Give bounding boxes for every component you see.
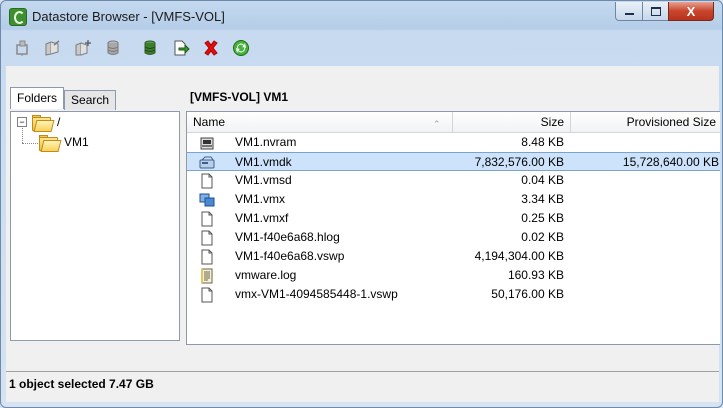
- folder-tree[interactable]: − / VM1: [10, 111, 180, 341]
- tab-folders[interactable]: Folders: [10, 87, 65, 109]
- tree-node-label: VM1: [64, 135, 89, 149]
- title-bar[interactable]: Datastore Browser - [VMFS-VOL] X: [1, 1, 722, 31]
- datastore-button[interactable]: [99, 36, 126, 60]
- table-row[interactable]: VM1.vmx 3.34 KB: [187, 190, 720, 209]
- status-text: 1 object selected 7.47 GB: [9, 377, 154, 391]
- file-list[interactable]: Name ⌃ Size Provisioned Size VM1.nvram 8.4…: [186, 111, 720, 345]
- browse-button[interactable]: [9, 36, 36, 60]
- maximize-button[interactable]: [642, 2, 669, 21]
- maximize-icon: [650, 6, 661, 16]
- column-header-provisioned-size[interactable]: Provisioned Size: [571, 112, 720, 132]
- file-size: 8.48 KB: [521, 135, 564, 149]
- file-size: 7,832,576.00 KB: [474, 155, 564, 169]
- file-icon: [199, 249, 215, 265]
- virtual-disk-icon: [199, 155, 215, 171]
- file-size: 4,194,304.00 KB: [474, 249, 564, 263]
- toolbar: [1, 32, 722, 64]
- file-size: 50,176.00 KB: [491, 287, 564, 301]
- file-size: 160.93 KB: [507, 268, 564, 282]
- column-header-size[interactable]: Size: [453, 112, 571, 132]
- move-icon: [174, 40, 190, 56]
- column-header: Name ⌃ Size Provisioned Size: [187, 112, 720, 133]
- delete-icon: [203, 40, 218, 56]
- browse-icon: [15, 40, 28, 56]
- file-name: VM1-f40e6a68.hlog: [235, 230, 340, 244]
- current-path: [VMFS-VOL] VM1: [190, 90, 288, 104]
- file-size: 0.25 KB: [521, 211, 564, 225]
- file-name: vmx-VM1-4094585448-1.vswp: [235, 287, 398, 301]
- file-name: VM1.nvram: [235, 135, 297, 149]
- folder-open-icon: [31, 114, 55, 132]
- new-folder-icon: [75, 40, 91, 56]
- move-button[interactable]: [167, 36, 194, 60]
- pane-splitter[interactable]: [180, 111, 184, 343]
- column-label: Name: [193, 115, 226, 129]
- table-row[interactable]: VM1-f40e6a68.vswp 4,194,304.00 KB: [187, 247, 720, 266]
- table-row[interactable]: VM1.vmxf 0.25 KB: [187, 209, 720, 228]
- close-icon: X: [686, 3, 696, 19]
- file-name: VM1.vmdk: [235, 155, 292, 169]
- refresh-icon: [232, 40, 249, 56]
- refresh-button[interactable]: [227, 36, 254, 60]
- window-title: Datastore Browser - [VMFS-VOL]: [32, 9, 225, 24]
- file-icon: [199, 173, 215, 189]
- folder-open-icon: [38, 134, 62, 152]
- tree-node-vm1[interactable]: VM1: [38, 134, 89, 152]
- file-icon: [199, 230, 215, 246]
- sort-ascending-icon: ⌃: [433, 119, 441, 129]
- column-header-name[interactable]: Name ⌃: [187, 112, 453, 132]
- new-folder-button[interactable]: [69, 36, 96, 60]
- file-name: VM1.vmxf: [235, 211, 289, 225]
- file-icon: [199, 287, 215, 303]
- datastore-icon: [107, 40, 118, 55]
- status-bar: 1 object selected 7.47 GB: [6, 371, 719, 403]
- file-size: 0.02 KB: [521, 230, 564, 244]
- file-icon: [199, 211, 215, 227]
- file-name: VM1.vmsd: [235, 173, 292, 187]
- file-provisioned-size: 15,728,640.00 KB: [622, 155, 719, 169]
- close-button[interactable]: X: [668, 2, 714, 21]
- datastore-browser-window: Datastore Browser - [VMFS-VOL] X Folders…: [0, 0, 723, 408]
- upload-button[interactable]: [39, 36, 66, 60]
- log-icon: [199, 268, 215, 284]
- download-icon: [144, 40, 155, 55]
- table-row[interactable]: VM1.vmsd 0.04 KB: [187, 171, 720, 190]
- download-button[interactable]: [137, 36, 164, 60]
- minimize-button[interactable]: [615, 2, 643, 21]
- content-area: Folders Search − / VM1 [VMFS-VOL] VM1 Na…: [6, 66, 720, 403]
- file-size: 3.34 KB: [521, 192, 564, 206]
- tree-node-root[interactable]: − /: [17, 114, 61, 132]
- upload-folder-icon: [45, 40, 59, 56]
- collapse-icon[interactable]: −: [17, 117, 27, 127]
- nvram-icon: [199, 135, 215, 151]
- file-size: 0.04 KB: [521, 173, 564, 187]
- table-row[interactable]: VM1.nvram 8.48 KB: [187, 133, 720, 152]
- tab-strip: Folders Search: [10, 87, 117, 111]
- tab-search[interactable]: Search: [64, 90, 117, 110]
- delete-button[interactable]: [197, 36, 224, 60]
- tree-connector: [22, 143, 38, 144]
- table-row[interactable]: VM1.vmdk 7,832,576.00 KB 15,728,640.00 KB: [187, 152, 720, 171]
- table-row[interactable]: vmx-VM1-4094585448-1.vswp 50,176.00 KB: [187, 285, 720, 304]
- table-row[interactable]: vmware.log 160.93 KB: [187, 266, 720, 285]
- file-name: VM1-f40e6a68.vswp: [235, 249, 345, 263]
- file-name: VM1.vmx: [235, 192, 286, 206]
- app-icon: [9, 8, 27, 26]
- table-row[interactable]: VM1-f40e6a68.hlog 0.02 KB: [187, 228, 720, 247]
- vm-config-icon: [199, 192, 215, 208]
- minimize-icon: [624, 13, 634, 15]
- file-name: vmware.log: [235, 268, 297, 282]
- tree-node-label: /: [57, 115, 61, 129]
